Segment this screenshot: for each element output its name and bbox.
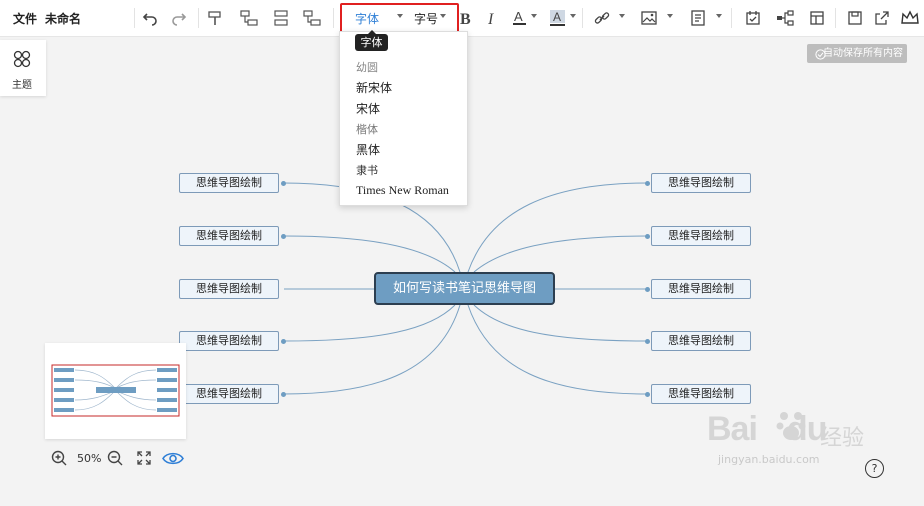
connector-dot <box>645 287 650 292</box>
connector-dot <box>281 392 286 397</box>
connector-line <box>473 235 648 273</box>
help-button[interactable]: ? <box>865 459 884 478</box>
right-topic-1[interactable]: 思维导图绘制 <box>651 173 751 193</box>
watermark-brand: Bai <box>707 410 758 448</box>
font-option[interactable]: 黑体 <box>356 141 380 158</box>
font-option[interactable]: 宋体 <box>356 100 380 117</box>
eye-icon[interactable] <box>162 450 184 471</box>
watermark-cn: 经验 <box>820 426 865 451</box>
right-topic-4[interactable]: 思维导图绘制 <box>651 331 751 351</box>
font-option[interactable]: 幼圆 <box>356 59 378 75</box>
autosave-label: 自动保存所有内容 <box>823 48 903 59</box>
connector-line <box>283 235 456 273</box>
watermark-url: jingyan.baidu.com <box>718 453 820 466</box>
font-option[interactable]: 隶书 <box>356 162 378 178</box>
font-option[interactable]: 楷体 <box>356 121 378 137</box>
zoom-out-icon[interactable] <box>107 450 124 471</box>
check-circle-icon <box>815 48 826 67</box>
font-option[interactable]: Times New Roman <box>356 183 449 198</box>
font-family-dropdown: 幼圆 新宋体 宋体 楷体 黑体 隶书 Times New Roman <box>339 31 468 206</box>
font-tooltip: 字体 <box>355 30 388 51</box>
font-option[interactable]: 新宋体 <box>356 79 392 96</box>
connector-line <box>467 304 648 395</box>
autosave-status: 自动保存所有内容 <box>807 44 907 63</box>
minimap[interactable] <box>45 343 186 439</box>
paw-icon <box>776 408 806 446</box>
left-topic-1[interactable]: 思维导图绘制 <box>179 173 279 193</box>
connector-dot <box>281 181 286 186</box>
connector-line <box>473 304 648 342</box>
left-topic-5[interactable]: 思维导图绘制 <box>179 384 279 404</box>
zoom-level: 50% <box>77 452 102 465</box>
zoom-in-icon[interactable] <box>51 450 68 471</box>
left-topic-3[interactable]: 思维导图绘制 <box>179 279 279 299</box>
connector-dot <box>281 339 286 344</box>
central-topic[interactable]: 如何写读书笔记思维导图 <box>374 272 555 305</box>
connector-line <box>283 304 461 395</box>
connector-line <box>283 304 456 342</box>
right-topic-2[interactable]: 思维导图绘制 <box>651 226 751 246</box>
left-topic-2[interactable]: 思维导图绘制 <box>179 226 279 246</box>
fit-screen-icon[interactable] <box>136 450 152 470</box>
connector-dot <box>645 392 650 397</box>
left-topic-4[interactable]: 思维导图绘制 <box>179 331 279 351</box>
theme-label: 主题 <box>12 80 32 91</box>
right-topic-5[interactable]: 思维导图绘制 <box>651 384 751 404</box>
minimap-preview <box>51 364 180 417</box>
connector-dot <box>281 234 286 239</box>
theme-icon <box>13 50 31 72</box>
theme-panel-button[interactable]: 主题 <box>0 40 46 96</box>
connector-dot <box>645 181 650 186</box>
connector-dot <box>645 234 650 239</box>
right-topic-3[interactable]: 思维导图绘制 <box>651 279 751 299</box>
connector-dot <box>645 339 650 344</box>
